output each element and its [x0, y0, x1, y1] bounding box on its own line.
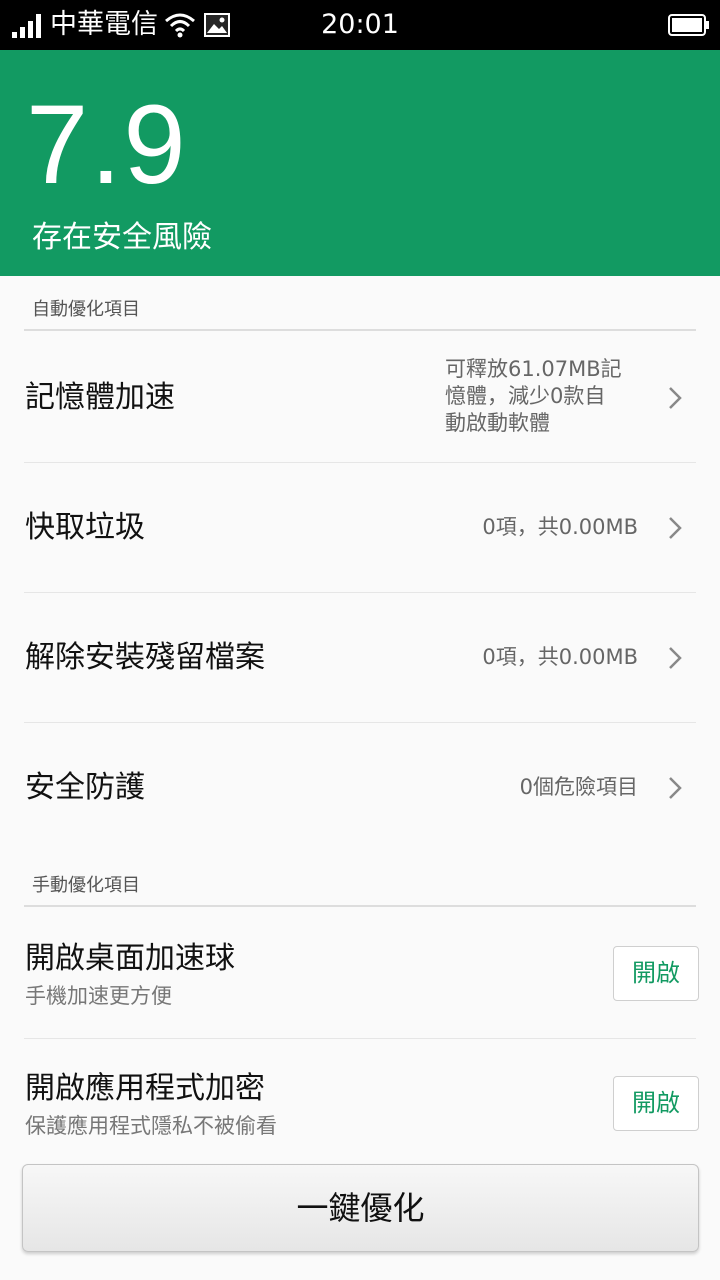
security-protection-row[interactable]: 安全防護 0個危險項目 [0, 723, 720, 852]
one-tap-optimize-button[interactable]: 一鍵優化 [22, 1164, 699, 1252]
app-encryption-title: 開啟應用程式加密 [25, 1071, 265, 1106]
security-header: 7.9 存在安全風險 [0, 50, 720, 276]
uninstall-residue-detail: 0項，共0.00MB [482, 645, 638, 669]
memory-boost-detail: 可釋放61.07MB記 憶體，減少0款自 動啟動軟體 [445, 356, 622, 437]
desktop-booster-row: 開啟桌面加速球 手機加速更方便 開啟 [0, 908, 720, 1038]
enable-app-encryption-button[interactable]: 開啟 [613, 1076, 699, 1131]
memory-boost-row[interactable]: 記憶體加速 可釋放61.07MB記 憶體，減少0款自 動啟動軟體 [0, 334, 720, 462]
uninstall-residue-title: 解除安裝殘留檔案 [25, 640, 265, 675]
memory-boost-title: 記憶體加速 [25, 380, 175, 415]
uninstall-residue-row[interactable]: 解除安裝殘留檔案 0項，共0.00MB [0, 593, 720, 722]
security-protection-detail: 0個危險項目 [519, 775, 638, 799]
chevron-right-icon [669, 517, 682, 539]
risk-status: 存在安全風險 [32, 220, 212, 255]
auto-section-title: 自動優化項目 [32, 299, 140, 320]
chevron-right-icon [669, 647, 682, 669]
memory-detail-line: 憶體，減少0款自 [445, 384, 606, 408]
manual-section-title: 手動優化項目 [32, 875, 140, 896]
chevron-right-icon [669, 387, 682, 409]
cache-junk-detail: 0項，共0.00MB [482, 515, 638, 539]
cache-junk-title: 快取垃圾 [25, 510, 145, 545]
chevron-right-icon [669, 777, 682, 799]
cache-junk-row[interactable]: 快取垃圾 0項，共0.00MB [0, 463, 720, 592]
enable-desktop-booster-button[interactable]: 開啟 [613, 946, 699, 1001]
desktop-booster-subtitle: 手機加速更方便 [25, 984, 172, 1008]
app-encryption-row: 開啟應用程式加密 保護應用程式隱私不被偷看 開啟 [0, 1039, 720, 1159]
security-score: 7.9 [26, 82, 188, 207]
desktop-booster-title: 開啟桌面加速球 [25, 941, 235, 976]
app-encryption-subtitle: 保護應用程式隱私不被偷看 [25, 1114, 277, 1138]
battery-icon [668, 14, 709, 36]
status-bar: 中華電信 20:01 [0, 0, 720, 50]
memory-detail-line: 動啟動軟體 [445, 411, 550, 435]
clock-time: 20:01 [321, 9, 399, 40]
section-divider [24, 329, 696, 331]
section-divider [24, 905, 696, 907]
security-protection-title: 安全防護 [25, 770, 145, 805]
memory-detail-line: 可釋放61.07MB記 [445, 357, 622, 381]
